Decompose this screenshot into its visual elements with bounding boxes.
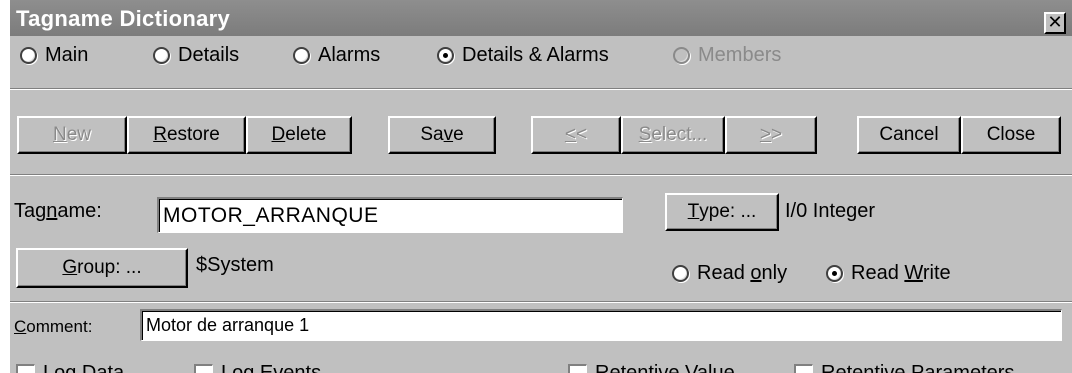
checkbox-box — [568, 364, 587, 373]
radio-read-write[interactable]: Read Write — [826, 262, 951, 285]
divider — [10, 174, 1072, 176]
radio-members[interactable]: Members — [673, 44, 781, 67]
read-write-label-post: rite — [922, 262, 951, 284]
radio-details[interactable]: Details — [153, 44, 239, 67]
radio-read-only-label: Read only — [697, 262, 787, 285]
tagname-input[interactable] — [157, 197, 623, 233]
tagname-label-accel: n — [46, 200, 58, 222]
radio-details-alarms[interactable]: Details & Alarms — [437, 44, 609, 67]
group-button-label-post: roup: ... — [77, 257, 142, 278]
restore-button-accel: R — [153, 124, 167, 145]
read-only-label-post: nly — [761, 262, 788, 284]
read-write-accel: W — [904, 262, 923, 284]
retentive-parameters-label: Retentive Parameters — [821, 362, 1015, 373]
select-button-label-post: elect... — [651, 124, 708, 145]
read-write-label-pre: Read — [851, 262, 905, 284]
select-button[interactable]: Select... — [621, 116, 725, 154]
title-bar: Tagname Dictionary ✕ — [10, 0, 1072, 36]
radio-dot-icon — [153, 47, 170, 64]
radio-alarms[interactable]: Alarms — [293, 44, 380, 67]
restore-button[interactable]: Restore — [127, 116, 246, 154]
checkbox-box — [794, 364, 813, 373]
comment-label-post: omment: — [26, 317, 93, 336]
save-button-label-pre: Sa — [420, 124, 444, 145]
radio-dot-selected-icon — [826, 265, 843, 282]
tagname-label-post: ame: — [57, 200, 102, 222]
cancel-button[interactable]: Cancel — [857, 116, 961, 154]
save-button[interactable]: Sa v e — [388, 116, 496, 154]
radio-details-label: Details — [178, 44, 240, 66]
radio-main-label: Main — [45, 44, 89, 66]
read-only-accel: o — [750, 262, 762, 284]
previous-button-label-post: < — [576, 124, 588, 145]
cancel-button-label: Cancel — [879, 124, 939, 145]
log-events-label: Log Events — [221, 362, 322, 373]
tagname-dictionary-window: Tagname Dictionary ✕ Main Details Alarms… — [10, 0, 1072, 373]
close-button[interactable]: Close — [961, 116, 1061, 154]
group-button[interactable]: Group: ... — [16, 248, 188, 288]
radio-read-write-label: Read Write — [851, 262, 951, 285]
retentive-value-checkbox[interactable]: Retentive Value — [568, 362, 735, 373]
save-button-accel: v — [443, 124, 454, 145]
divider — [10, 88, 1072, 90]
radio-details-alarms-label: Details & Alarms — [462, 44, 609, 66]
next-button-label-post: > — [771, 124, 783, 145]
tagname-label-pre: Tag — [14, 200, 47, 222]
read-only-label-pre: Read — [697, 262, 751, 284]
retentive-parameters-checkbox[interactable]: Retentive Parameters — [794, 362, 1014, 373]
type-button-accel: T — [687, 201, 700, 222]
previous-button-accel: < — [564, 124, 576, 145]
radio-read-only[interactable]: Read only — [672, 262, 787, 285]
radio-dot-icon — [672, 265, 689, 282]
comment-input[interactable] — [140, 309, 1062, 341]
log-data-checkbox[interactable]: Log Data — [16, 362, 124, 373]
new-button-accel: N — [52, 124, 67, 145]
radio-dot-icon — [293, 47, 310, 64]
radio-alarms-label: Alarms — [318, 44, 381, 66]
retentive-value-label: Retentive Value — [595, 362, 735, 373]
comment-label-accel: C — [14, 317, 27, 336]
log-data-label: Log Data — [43, 362, 125, 373]
radio-members-label: Members — [698, 44, 782, 66]
log-events-checkbox[interactable]: Log Events — [194, 362, 321, 373]
new-button-label-post: ew — [66, 124, 92, 145]
next-button[interactable]: > > — [725, 116, 817, 154]
delete-button-accel: D — [271, 124, 286, 145]
type-button[interactable]: Type: ... — [665, 193, 779, 231]
radio-dot-icon — [20, 47, 37, 64]
new-button[interactable]: New — [17, 116, 127, 154]
tag-type-value: I/0 Integer — [785, 200, 876, 222]
radio-dot-selected-icon — [437, 47, 454, 64]
close-button-label: Close — [986, 124, 1036, 145]
close-icon: ✕ — [1047, 12, 1063, 32]
group-button-accel: G — [62, 257, 78, 278]
delete-button[interactable]: Delete — [246, 116, 352, 154]
type-button-label-post: ype: ... — [699, 201, 757, 222]
save-button-label-post: e — [453, 124, 464, 145]
restore-button-label-post: estore — [166, 124, 220, 145]
group-value: $System — [196, 254, 274, 276]
radio-dot-icon — [673, 47, 690, 64]
checkbox-box — [16, 364, 35, 373]
checkbox-box — [194, 364, 213, 373]
select-button-accel: S — [638, 124, 652, 145]
delete-button-label-post: elete — [285, 124, 327, 145]
tagname-label: Tagname: — [14, 200, 102, 223]
window-title: Tagname Dictionary — [16, 6, 231, 31]
close-window-button[interactable]: ✕ — [1044, 12, 1066, 34]
divider — [10, 301, 1072, 303]
comment-label: Comment: — [14, 317, 92, 337]
next-button-accel: > — [759, 124, 771, 145]
previous-button[interactable]: < < — [531, 116, 621, 154]
radio-main[interactable]: Main — [20, 44, 88, 67]
